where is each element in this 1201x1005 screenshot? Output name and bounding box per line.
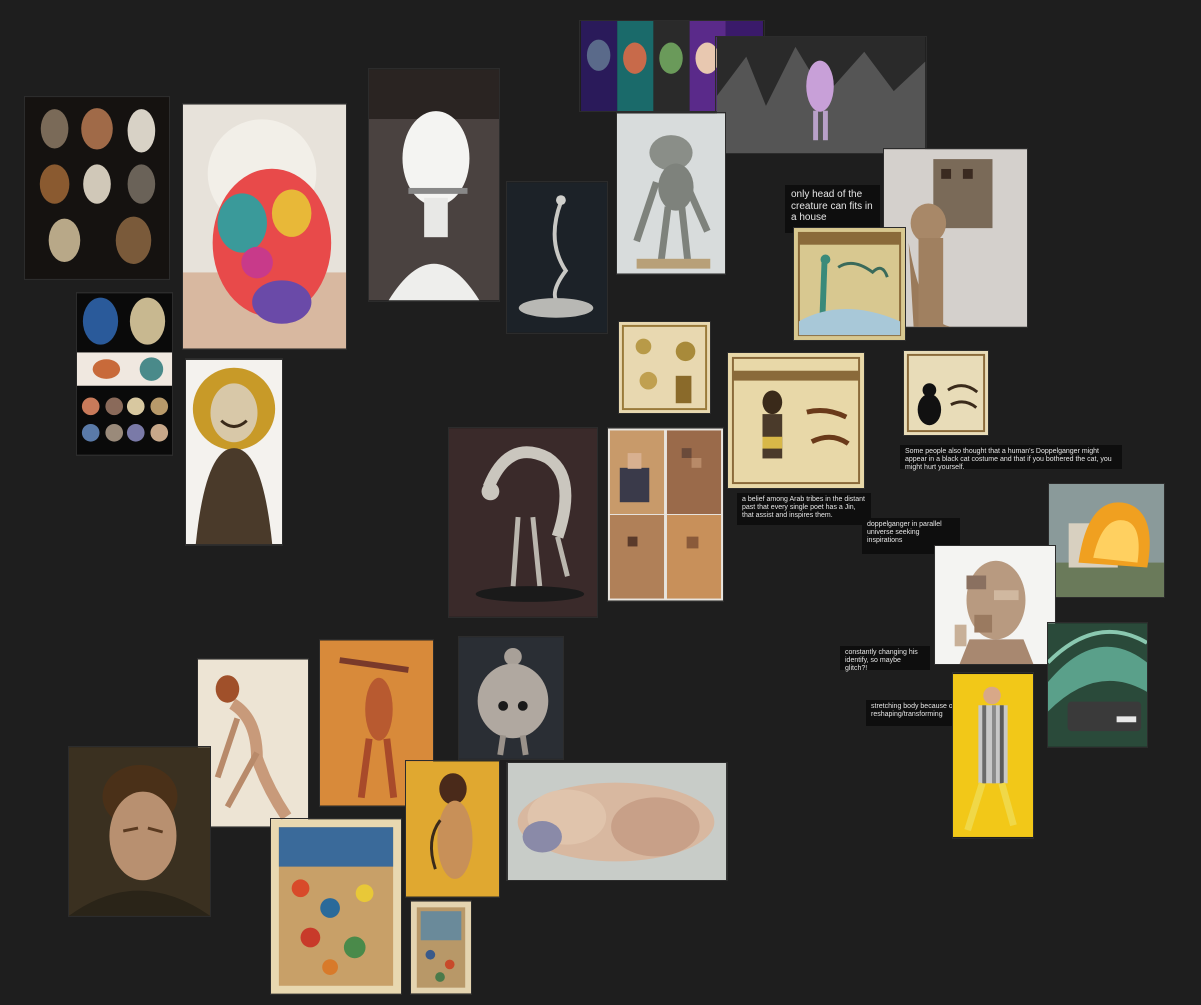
- sculpture-image-icon: [617, 113, 725, 274]
- mask-image-icon: [77, 293, 172, 455]
- sticky-note-stretching[interactable]: stretching body because of reshaping/tra…: [866, 700, 966, 726]
- sticky-note-house[interactable]: only head of the creature can fits in a …: [785, 185, 880, 233]
- sculpture-image-icon: [507, 182, 607, 333]
- painting-image-icon: [69, 747, 210, 916]
- sculpture-image-icon: [186, 359, 282, 545]
- photo-image-icon: [716, 37, 926, 153]
- sculpture-image-icon: [935, 546, 1055, 664]
- sculpture-image-icon: [369, 69, 499, 301]
- moodboard-canvas[interactable]: only head of the creature can fits in a …: [0, 0, 1201, 1005]
- sticky-note-jin[interactable]: a belief among Arab tribes in the distan…: [737, 493, 871, 525]
- sculpture-image-icon: [459, 637, 563, 759]
- mask-image-icon: [25, 97, 169, 279]
- photo-image-icon: [953, 674, 1033, 837]
- schiele-figure-bent[interactable]: [197, 658, 309, 828]
- sculpture-image-icon: [608, 428, 723, 601]
- bloated-figure-sculpture[interactable]: [458, 636, 564, 760]
- sticky-note-glitch[interactable]: constantly changing his identify, so may…: [840, 646, 930, 672]
- stretched-neck-figure[interactable]: [506, 181, 608, 334]
- sun-mask-figure[interactable]: [185, 358, 283, 546]
- painting-image-icon: [507, 763, 727, 880]
- reclining-flesh-painting[interactable]: [506, 762, 728, 881]
- burning-house[interactable]: [1048, 483, 1165, 598]
- knitted-mask-head[interactable]: [182, 103, 347, 350]
- carved-masks-grid[interactable]: [76, 292, 173, 456]
- dark-forest-figure[interactable]: [715, 36, 927, 154]
- white-mannequin-head[interactable]: [368, 68, 500, 302]
- stretched-car[interactable]: [1047, 622, 1148, 748]
- persian-miniature-small[interactable]: [410, 900, 472, 995]
- arched-creature-sculpture[interactable]: [448, 427, 598, 618]
- sculpture-image-icon: [449, 428, 597, 617]
- freud-portrait[interactable]: [68, 746, 211, 917]
- painting-image-icon: [198, 659, 308, 827]
- painting-image-icon: [271, 819, 401, 994]
- tribal-masks-collage[interactable]: [24, 96, 170, 280]
- painting-image-icon: [406, 761, 499, 897]
- schiele-self-portrait[interactable]: [405, 760, 500, 898]
- painting-image-icon: [411, 901, 471, 994]
- clay-creature[interactable]: [616, 112, 726, 275]
- photo-image-icon: [1049, 484, 1164, 597]
- poster-image-icon: [904, 351, 988, 435]
- pixel-sculpture-grid[interactable]: [607, 427, 724, 602]
- poster-image-icon: [794, 228, 905, 340]
- jin-card-small[interactable]: [618, 321, 711, 414]
- sticky-note-doppelganger-cat[interactable]: Some people also thought that a human's …: [900, 445, 1122, 471]
- black-cat-card[interactable]: [903, 350, 989, 436]
- photo-image-icon: [1048, 623, 1147, 747]
- poster-image-icon: [619, 322, 710, 413]
- persian-miniature-battle[interactable]: [270, 818, 402, 995]
- doppelganger-illustration[interactable]: [793, 227, 906, 341]
- poster-image-icon: [728, 353, 864, 488]
- glitched-bust[interactable]: [934, 545, 1056, 665]
- yellow-stretched-figure[interactable]: [952, 672, 1034, 839]
- sculpture-image-icon: [183, 104, 346, 349]
- tabi-tabia-card[interactable]: [727, 352, 865, 489]
